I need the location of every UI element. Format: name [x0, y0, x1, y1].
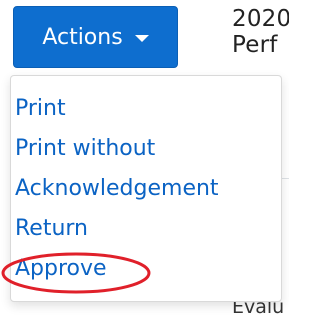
menu-item-print-without[interactable]: Print without — [15, 134, 155, 164]
page: 2020 Perf e e o Evalu Actions Print Prin… — [0, 0, 289, 318]
page-title: 2020 Perf — [232, 6, 289, 58]
page-title-line-2: Perf — [232, 32, 278, 58]
caret-down-icon — [134, 34, 149, 42]
menu-item-return[interactable]: Return — [15, 214, 88, 244]
menu-item-print[interactable]: Print — [15, 94, 66, 124]
menu-item-approve[interactable]: Approve — [15, 254, 107, 284]
actions-dropdown-button[interactable]: Actions — [13, 6, 178, 68]
actions-button-label: Actions — [42, 24, 123, 50]
page-title-line-1: 2020 — [232, 6, 289, 32]
actions-dropdown-menu: Print Print without Acknowledgement Retu… — [10, 75, 282, 302]
menu-item-acknowledgement[interactable]: Acknowledgement — [15, 174, 219, 204]
